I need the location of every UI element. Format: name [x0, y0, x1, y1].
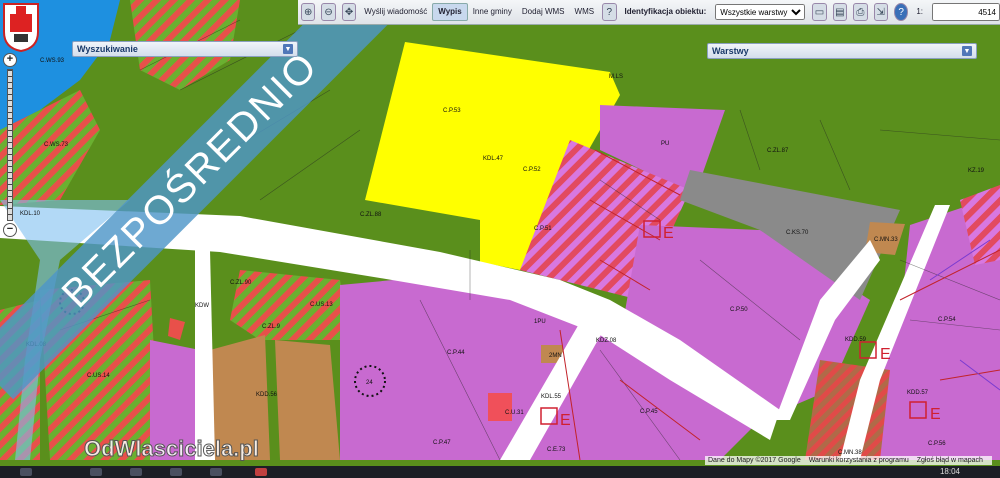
residential-zone	[275, 340, 340, 460]
print-icon[interactable]: ⎙	[853, 3, 868, 21]
zone-label: KDZ.08	[596, 338, 617, 344]
export-icon[interactable]: ⇲	[873, 3, 888, 21]
app-icon[interactable]	[255, 468, 267, 476]
zoom-out-icon[interactable]: −	[3, 223, 17, 237]
identify-icon[interactable]: ?	[602, 3, 617, 21]
other-municipalities-button[interactable]: Inne gminy	[468, 4, 517, 20]
wms-button[interactable]: WMS	[570, 4, 600, 20]
map-data-credit: Dane do Mapy ©2017 Google	[708, 457, 801, 464]
zone-label: C.MN.33	[874, 237, 898, 243]
start-icon[interactable]	[20, 468, 32, 476]
zone-label: C.US.13	[310, 302, 333, 308]
help-icon[interactable]: ?	[893, 3, 909, 21]
zone-label: C.P.56	[928, 441, 946, 447]
zone-label: PU	[661, 141, 669, 147]
chevron-down-icon[interactable]: ▼	[283, 44, 293, 54]
zone-label: C.P.54	[938, 317, 956, 323]
zoom-out-tool-icon[interactable]: ⊖	[321, 3, 336, 21]
extract-button[interactable]: Wypis	[432, 3, 468, 21]
report-error-link[interactable]: Zgłoś błąd w mapach	[917, 457, 983, 464]
chevron-down-icon[interactable]: ▼	[962, 46, 972, 56]
zone-label: C.ZL.87	[767, 148, 789, 154]
identify-select[interactable]: Wszystkie warstwy	[715, 4, 806, 20]
measure-icon[interactable]: ▭	[812, 3, 827, 21]
app-icon[interactable]	[170, 468, 182, 476]
zone-label: C.P.51	[534, 226, 552, 232]
circle-label: 24	[366, 380, 373, 386]
layers-panel-title: Warstwy	[712, 46, 749, 56]
zoom-in-icon[interactable]: +	[3, 53, 17, 67]
layers-icon[interactable]: ▤	[832, 3, 848, 21]
zone-label: 1PU	[534, 319, 546, 325]
zone-label: C.P.50	[730, 307, 748, 313]
zone-label: C.WS.93	[40, 58, 65, 64]
zoom-slider[interactable]	[7, 69, 13, 221]
zone-label: C.P.47	[433, 440, 451, 446]
app-icon[interactable]	[210, 468, 222, 476]
zoom-in-tool-icon[interactable]: ⊕	[301, 3, 316, 21]
zone-label: KDD.57	[907, 390, 929, 396]
scale-input[interactable]	[932, 3, 1000, 21]
identify-label: Identyfikacja obiektu:	[624, 7, 707, 16]
scale-prefix: 1:	[916, 7, 923, 16]
zone-label: 2MN	[549, 353, 562, 359]
svg-text:E: E	[880, 346, 891, 363]
map-toolbar: ⊕ ⊖ ✥ Wyślij wiadomość Wypis Inne gminy …	[298, 0, 1000, 25]
zone-label: M.LS	[609, 74, 623, 80]
site-watermark: OdWlasciciela.pl	[84, 436, 260, 462]
send-message-button[interactable]: Wyślij wiadomość	[359, 4, 432, 20]
svg-text:E: E	[930, 406, 941, 423]
terms-link[interactable]: Warunki korzystania z programu	[809, 457, 909, 464]
zone-label: KDL.10	[20, 211, 41, 217]
zoom-control[interactable]: + −	[3, 53, 17, 237]
add-wms-button[interactable]: Dodaj WMS	[517, 4, 570, 20]
zone-label: C.KS.70	[786, 230, 809, 236]
crest-icon	[2, 2, 40, 53]
zone-label: C.ZL.88	[360, 212, 382, 218]
zone-label: C.P.45	[640, 409, 658, 415]
zone-label: KDD.56	[256, 392, 278, 398]
zone-label: KDD.59	[845, 337, 867, 343]
zone-label: C.US.14	[87, 373, 110, 379]
app-icon[interactable]	[90, 468, 102, 476]
zone-label: C.E.73	[547, 447, 566, 453]
zone-label: C.ZL.90	[230, 280, 252, 286]
pan-icon[interactable]: ✥	[341, 3, 357, 21]
zone-label: KDL.47	[483, 156, 504, 162]
zone-label: C.WS.73	[44, 142, 69, 148]
zone-label: C.P.53	[443, 108, 461, 114]
layers-panel[interactable]: Warstwy ▼	[707, 43, 977, 59]
zone-label: KDW	[195, 303, 209, 309]
search-panel-title: Wyszukiwanie	[77, 44, 138, 54]
zone-label: C.U.31	[505, 410, 524, 416]
zone-label: KDL.55	[541, 394, 562, 400]
service-plot	[488, 393, 512, 421]
taskbar: 18:04	[0, 466, 1000, 478]
search-panel[interactable]: Wyszukiwanie ▼	[72, 41, 298, 57]
svg-text:E: E	[663, 225, 674, 242]
app-icon[interactable]	[130, 468, 142, 476]
zone-label: KZ.19	[968, 168, 985, 174]
map-footer: Dane do Mapy ©2017 Google Warunki korzys…	[705, 456, 992, 465]
clock: 18:04	[939, 467, 960, 476]
svg-text:E: E	[560, 412, 571, 429]
zone-label: C.ZL.9	[262, 324, 281, 330]
zone-label: C.P.52	[523, 167, 541, 173]
zone-label: C.P.44	[447, 350, 465, 356]
